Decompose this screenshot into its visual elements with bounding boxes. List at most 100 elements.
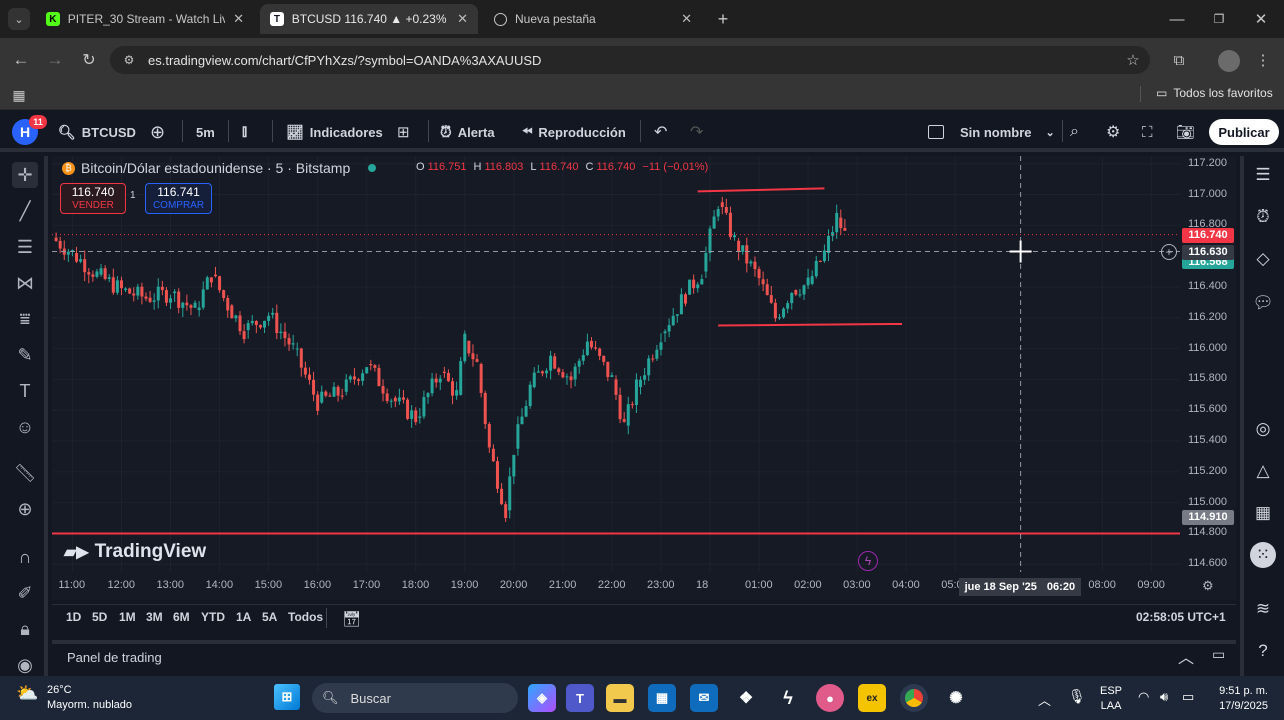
close-icon[interactable]: ✕ <box>233 11 244 27</box>
menu-icon[interactable]: ⋮ <box>1252 49 1274 71</box>
symbol-title[interactable]: Bitcoin/Dólar estadounidense · 5 · Bitst… <box>81 160 350 176</box>
patterns-icon[interactable]: ⋈ <box>12 270 38 296</box>
tab-new[interactable]: Nueva pestaña ✕ <box>484 4 702 34</box>
publish-button[interactable]: Publicar <box>1209 119 1279 145</box>
profile-avatar[interactable] <box>1218 50 1240 72</box>
prediction-icon[interactable]: ⩸ <box>12 306 38 332</box>
store-icon[interactable]: ▦ <box>648 684 676 712</box>
emoji-icon[interactable]: ☺ <box>12 414 38 440</box>
layout-name-button[interactable]: Sin nombre ⌄ <box>928 112 1055 152</box>
buy-button[interactable]: 116.741 COMPRAR <box>145 183 212 214</box>
watchlist-icon[interactable]: ☰ <box>1250 162 1276 188</box>
products-icon[interactable]: ⁙ <box>1250 542 1276 568</box>
undo-icon[interactable]: ↶ <box>654 112 667 152</box>
minimize-icon[interactable]: — <box>1166 8 1188 30</box>
replay-button[interactable]: ⏪︎ Reproducción <box>522 112 626 152</box>
range-5d[interactable]: 5D <box>92 610 107 624</box>
close-icon[interactable]: ✕ <box>681 11 692 27</box>
range-3m[interactable]: 3M <box>146 610 163 624</box>
lightning-icon[interactable]: ϟ <box>858 551 878 571</box>
app-orb-icon[interactable]: ● <box>816 684 844 712</box>
file-explorer-icon[interactable]: ▬ <box>606 684 634 712</box>
sell-button[interactable]: 116.740 VENDER <box>60 183 126 214</box>
url-input[interactable]: es.tradingview.com/chart/CfPYhXzs/?symbo… <box>110 46 1150 74</box>
lightning-app-icon[interactable]: ϟ <box>774 684 802 712</box>
close-icon[interactable]: ✕ <box>457 11 468 27</box>
teams-icon[interactable]: T <box>566 684 594 712</box>
add-alert-icon[interactable]: + <box>1161 243 1177 260</box>
maximize-panel-icon[interactable]: ▭ <box>1212 646 1225 663</box>
exness-icon[interactable]: ex <box>858 684 886 712</box>
symbol-search[interactable]: 🔍︎ BTCUSD <box>58 112 136 152</box>
window-close-icon[interactable]: ✕ <box>1250 8 1272 30</box>
crosshair-icon[interactable]: ✛ <box>12 162 38 188</box>
alert-button[interactable]: ⏰︎ Alerta <box>440 112 495 152</box>
new-tab-icon[interactable]: + <box>712 8 734 30</box>
axis-settings-icon[interactable]: ⚙ <box>1202 578 1214 594</box>
range-6m[interactable]: 6M <box>173 610 190 624</box>
brush-icon[interactable]: ✎ <box>12 342 38 368</box>
quick-search-icon[interactable]: ⌕ <box>1070 112 1079 152</box>
redo-icon[interactable]: ↷ <box>690 112 703 152</box>
windows-start-icon[interactable]: ⊞ <box>274 684 300 710</box>
chatgpt-icon[interactable]: ✺ <box>942 684 970 712</box>
chat-icon[interactable]: 💬︎ <box>1250 290 1276 316</box>
copilot-icon[interactable]: ◈ <box>528 684 556 712</box>
all-bookmarks[interactable]: ▭ Todos los favoritos <box>1156 86 1273 100</box>
settings-icon[interactable]: ⚙ <box>1106 112 1120 152</box>
range-ytd[interactable]: YTD <box>201 610 225 624</box>
trendline-icon[interactable]: ╱ <box>12 198 38 224</box>
camera-icon[interactable]: 📷︎ <box>1176 112 1195 152</box>
magnet-icon[interactable]: ∩ <box>12 544 38 570</box>
reload-icon[interactable]: ↻ <box>78 49 100 71</box>
apps-grid-icon[interactable]: ▦ <box>8 84 30 106</box>
language-indicator[interactable]: ESP LAA <box>1100 684 1122 714</box>
candles-type-icon[interactable]: ⫾ <box>242 112 247 152</box>
goto-date-icon[interactable]: 📅︎ <box>342 610 361 628</box>
battery-icon[interactable]: ▭ <box>1182 689 1194 705</box>
microphone-icon[interactable]: 🎙︎ <box>1068 688 1086 705</box>
tab-kick[interactable]: K PITER_30 Stream - Watch Live c ✕ <box>36 4 254 34</box>
fib-icon[interactable]: ☰ <box>12 234 38 260</box>
indicators-button[interactable]: 📈︎ Indicadores <box>286 112 383 152</box>
back-icon[interactable]: ← <box>10 49 32 71</box>
compare-icon[interactable]: ⊕ <box>150 112 165 152</box>
taskbar-search[interactable]: 🔍︎ Buscar <box>312 683 518 713</box>
text-icon[interactable]: T <box>12 378 38 404</box>
range-1a[interactable]: 1A <box>236 610 251 624</box>
chevron-up-icon[interactable]: ︿ <box>1178 644 1194 668</box>
tab-tradingview[interactable]: T BTCUSD 116.740 ▲ +0.23% Sin ✕ <box>260 4 478 34</box>
range-1m[interactable]: 1M <box>119 610 136 624</box>
volume-icon[interactable]: 🔊︎ <box>1160 689 1168 705</box>
forward-icon[interactable]: → <box>44 49 66 71</box>
templates-icon[interactable]: ⊞ <box>397 112 410 152</box>
ideas-icon[interactable]: △ <box>1250 458 1276 484</box>
utc-clock[interactable]: 02:58:05 UTC+1 <box>1136 610 1226 624</box>
chevron-up-icon[interactable]: ︿ <box>1038 690 1051 709</box>
tab-search-icon[interactable]: ⌄ <box>8 8 30 30</box>
bookmark-star-icon[interactable]: ☆ <box>1122 49 1144 71</box>
range-1d[interactable]: 1D <box>66 610 81 624</box>
weather-icon[interactable]: ⛅ <box>16 683 40 705</box>
range-todos[interactable]: Todos <box>288 610 323 624</box>
dropbox-icon[interactable]: ❖ <box>732 684 760 712</box>
stream-icon[interactable]: ≋ <box>1250 596 1276 622</box>
chrome-taskbar-icon[interactable] <box>900 684 928 712</box>
ruler-icon[interactable]: 📏︎ <box>12 460 38 486</box>
alerts-clock-icon[interactable]: ⏰︎ <box>1250 204 1276 230</box>
site-info-icon[interactable]: ⚙ <box>120 51 138 69</box>
mail-icon[interactable]: ✉ <box>690 684 718 712</box>
lock-icon[interactable]: 🔒︎ <box>12 616 38 642</box>
restore-icon[interactable]: ❐ <box>1208 8 1230 30</box>
interval-button[interactable]: 5m <box>196 112 215 152</box>
trading-panel-label[interactable]: Panel de trading <box>67 650 162 665</box>
eye-icon[interactable]: ◉ <box>12 652 38 678</box>
extensions-icon[interactable]: ⧉ <box>1168 49 1190 71</box>
fullscreen-icon[interactable]: ⛶ <box>1142 112 1153 152</box>
weather-widget[interactable]: 26°C Mayorm. nublado <box>47 683 132 713</box>
wifi-icon[interactable]: ◠ <box>1138 689 1149 705</box>
layers-icon[interactable]: ◇ <box>1250 246 1276 272</box>
lock-drawing-icon[interactable]: ✐ <box>12 580 38 606</box>
range-5a[interactable]: 5A <box>262 610 277 624</box>
price-chart[interactable] <box>52 156 1236 600</box>
